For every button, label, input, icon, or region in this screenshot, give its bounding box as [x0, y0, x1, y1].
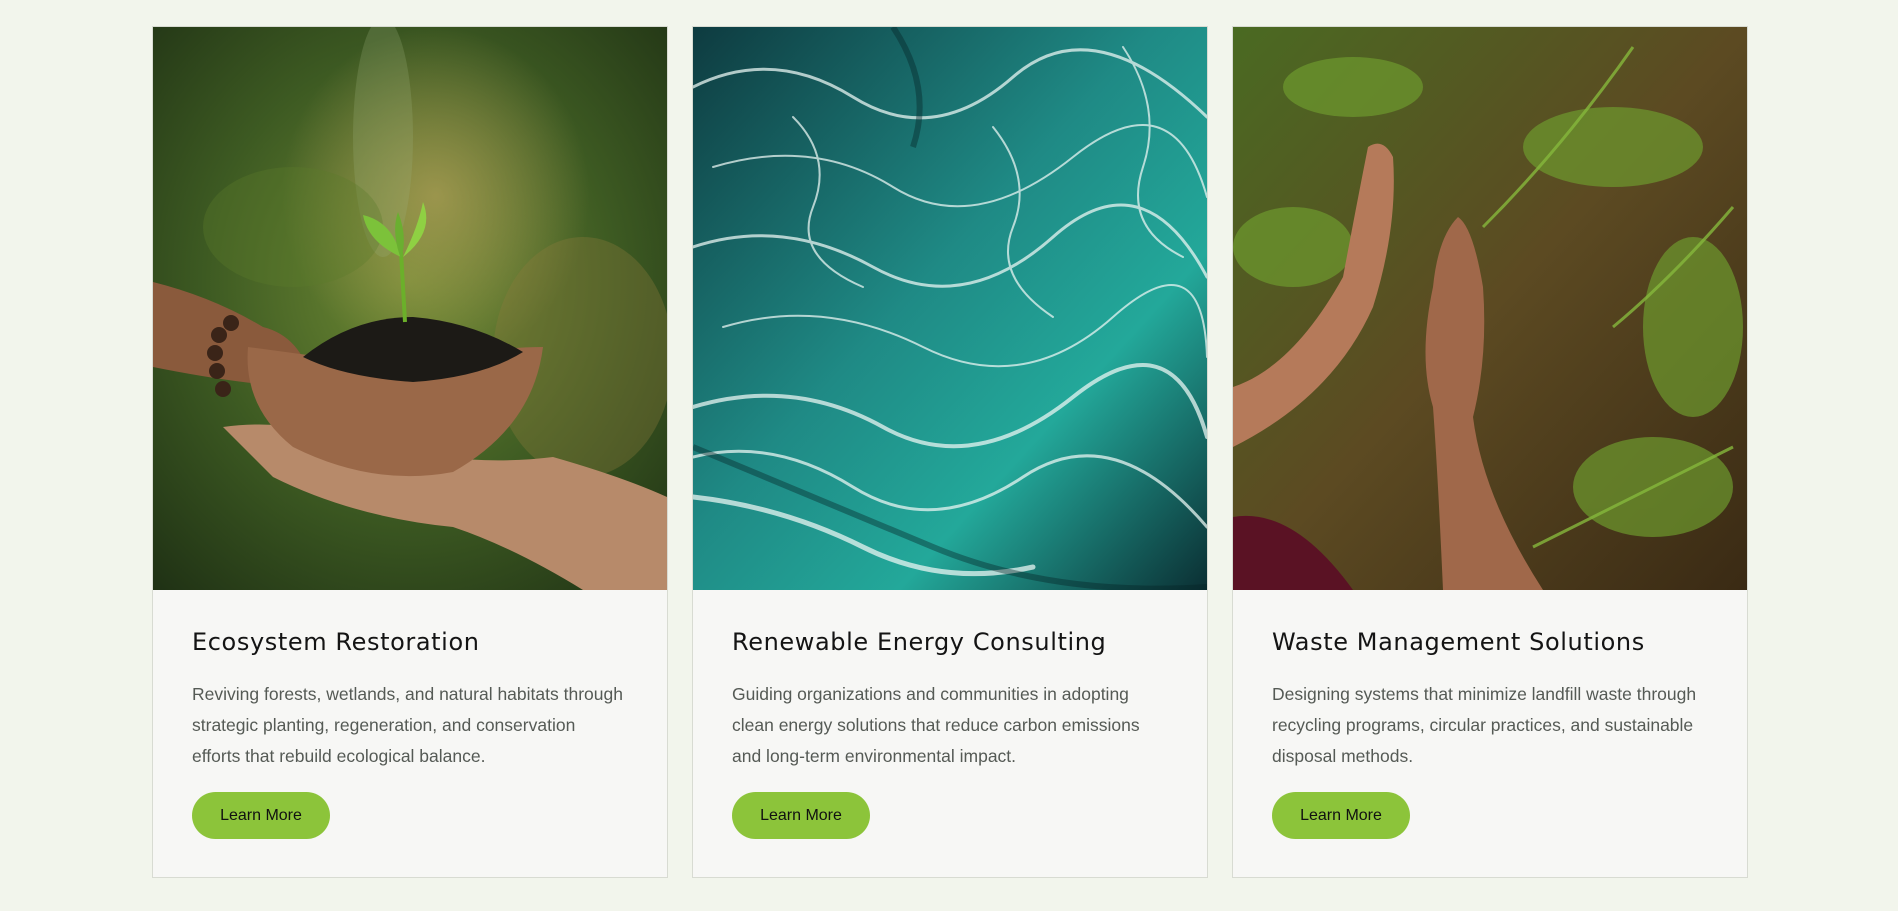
- card-body: Renewable Energy Consulting Guiding orga…: [693, 590, 1207, 839]
- card-title: Ecosystem Restoration: [192, 628, 480, 656]
- service-card-waste-management-solutions: Waste Management Solutions Designing sys…: [1232, 26, 1748, 878]
- learn-more-button[interactable]: Learn More: [192, 791, 330, 839]
- learn-more-button[interactable]: Learn More: [1272, 791, 1410, 839]
- renewable-energy-image: [693, 27, 1207, 590]
- waste-management-image: [1233, 27, 1747, 590]
- learn-more-button[interactable]: Learn More: [732, 791, 870, 839]
- services-card-row: Ecosystem Restoration Reviving forests, …: [152, 26, 1748, 878]
- card-description: Reviving forests, wetlands, and natural …: [192, 683, 623, 766]
- card-title: Renewable Energy Consulting: [732, 628, 1107, 656]
- service-card-ecosystem-restoration: Ecosystem Restoration Reviving forests, …: [152, 26, 668, 878]
- service-card-renewable-energy-consulting: Renewable Energy Consulting Guiding orga…: [692, 26, 1208, 878]
- card-body: Waste Management Solutions Designing sys…: [1233, 590, 1747, 839]
- card-description: Designing systems that minimize landfill…: [1272, 683, 1697, 766]
- card-title: Waste Management Solutions: [1272, 628, 1645, 656]
- ecosystem-restoration-image: [153, 27, 667, 590]
- card-body: Ecosystem Restoration Reviving forests, …: [153, 590, 667, 839]
- card-description: Guiding organizations and communities in…: [732, 683, 1140, 766]
